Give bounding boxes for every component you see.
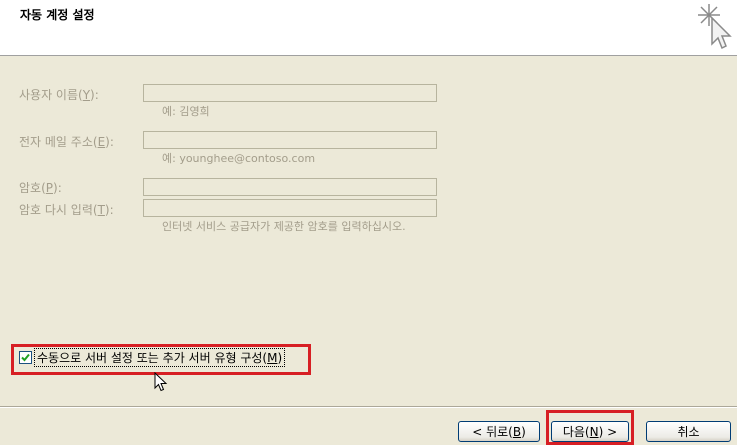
retype-password-field[interactable] <box>143 199 437 217</box>
email-hint: 예: younghee@contoso.com <box>162 152 316 165</box>
manual-config-label[interactable]: 수동으로 서버 설정 또는 추가 서버 유형 구성(M) <box>34 348 286 367</box>
password-label: 암호(P): <box>19 181 62 195</box>
wizard-header: 자동 계정 설정 <box>0 0 737 56</box>
page-title: 자동 계정 설정 <box>20 8 95 22</box>
user-name-field[interactable] <box>143 84 437 102</box>
next-button[interactable]: 다음(N) > <box>551 421 629 442</box>
email-label: 전자 메일 주소(E): <box>19 135 114 149</box>
email-field[interactable] <box>143 131 437 149</box>
mouse-pointer-icon <box>154 372 168 392</box>
retype-password-label: 암호 다시 입력(T): <box>19 203 114 217</box>
footer-divider <box>0 406 737 408</box>
cancel-button[interactable]: 취소 <box>646 421 731 442</box>
user-name-label: 사용자 이름(Y): <box>19 88 99 102</box>
cursor-sparkle-icon <box>698 4 732 50</box>
back-button[interactable]: < 뒤로(B) <box>458 421 540 442</box>
user-name-hint: 예: 김영희 <box>162 105 210 118</box>
checkmark-icon <box>21 353 30 362</box>
password-field[interactable] <box>143 178 437 196</box>
manual-config-checkbox[interactable] <box>19 351 32 364</box>
password-hint: 인터넷 서비스 공급자가 제공한 암호를 입력하십시오. <box>162 220 406 233</box>
manual-config-option[interactable]: 수동으로 서버 설정 또는 추가 서버 유형 구성(M) <box>19 348 286 367</box>
